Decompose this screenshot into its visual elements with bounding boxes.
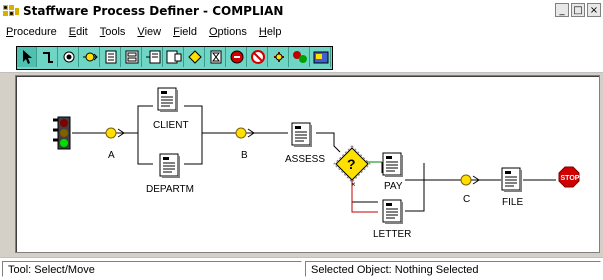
event-c-icon[interactable] [450,174,482,186]
wait-icon [210,50,221,64]
procedure-canvas[interactable]: A CLIENT DEPARTM B ASSESS ? × PAY LETTER… [15,75,600,253]
close-button[interactable]: × [587,3,601,17]
event-c-label: C [463,194,470,205]
step-pay-label: PAY [384,181,403,192]
status-selection: Selected Object: Nothing Selected [305,261,601,277]
step-icon [105,50,116,64]
condition-false-line [351,180,378,213]
tool-connection[interactable] [38,47,58,67]
status-bar: Tool: Select/Move Selected Object: Nothi… [0,257,603,280]
tool-form[interactable] [122,47,142,67]
window-controls: _ □ × [555,3,601,17]
step-assess-label: ASSESS [285,154,325,165]
condition-false-marker: × [351,180,356,189]
script-icon [273,52,284,62]
ef-step-icon [166,50,181,64]
app-window: Staffware Process Definer - COMPLIAN _ □… [0,0,603,280]
step-letter-icon[interactable] [382,199,404,225]
procedure-diagram: A CLIENT DEPARTM B ASSESS ? × PAY LETTER… [53,87,580,240]
tool-wait[interactable] [206,47,226,67]
start-icon [63,51,74,63]
complex-router-icon [292,51,307,63]
menu-options[interactable]: Options [203,26,253,38]
tool-ef-step[interactable] [164,47,184,67]
step-file-label: FILE [502,197,523,208]
tool-condition[interactable] [185,47,205,67]
menu-field[interactable]: Field [167,26,203,38]
tool-graph[interactable] [311,47,331,67]
tool-withdraw[interactable] [248,47,268,67]
stop-sign-text: STOP [561,175,580,182]
start-traffic-light-icon[interactable] [53,116,71,150]
step-assess-icon[interactable] [291,122,313,148]
menu-tools[interactable]: Tools [94,26,132,38]
window-title: Staffware Process Definer - COMPLIAN [23,4,284,18]
toolbar [0,42,603,73]
menu-edit[interactable]: Edit [63,26,94,38]
minimize-button[interactable]: _ [555,3,569,17]
maximize-button[interactable]: □ [571,3,585,17]
menu-bar: Procedure Edit Tools View Field Options … [0,22,603,42]
stop-icon [230,50,243,64]
tool-complex-router[interactable] [290,47,310,67]
tool-event[interactable] [80,47,100,67]
tool-subprocedure[interactable] [143,47,163,67]
step-client-icon[interactable] [157,87,179,113]
tool-script[interactable] [269,47,289,67]
event-icon [82,52,98,62]
step-departm-label: DEPARTM [146,184,194,195]
tool-select[interactable] [17,47,37,67]
step-pay-icon[interactable] [382,152,404,178]
step-client-label: CLIENT [153,120,189,131]
step-file-icon[interactable] [501,167,523,193]
menu-procedure-rest: rocedure [13,26,57,38]
tool-palette [16,46,333,70]
subprocedure-icon [145,50,160,64]
menu-view[interactable]: View [131,26,167,38]
event-a-icon[interactable] [95,127,127,139]
menu-help[interactable]: Help [253,26,288,38]
tool-start[interactable] [59,47,79,67]
step-departm-icon[interactable] [159,153,181,179]
status-tool: Tool: Select/Move [2,261,302,277]
step-letter-label: LETTER [373,229,411,240]
event-b-icon[interactable] [225,127,257,139]
condition-icon [187,50,202,64]
staffware-logo-icon [3,5,19,16]
connection-icon [42,52,53,63]
title-bar[interactable]: Staffware Process Definer - COMPLIAN _ □… [0,0,603,22]
select-move-icon [22,50,32,64]
tool-step[interactable] [101,47,121,67]
stop-sign-icon[interactable]: STOP [558,166,580,188]
graph-icon [313,51,328,64]
menu-procedure[interactable]: Procedure [0,26,63,38]
tool-stop[interactable] [227,47,247,67]
form-icon [125,50,138,64]
withdraw-icon [250,50,265,64]
event-b-label: B [241,150,248,161]
condition-symbol: ? [347,156,356,172]
event-a-label: A [108,150,115,161]
